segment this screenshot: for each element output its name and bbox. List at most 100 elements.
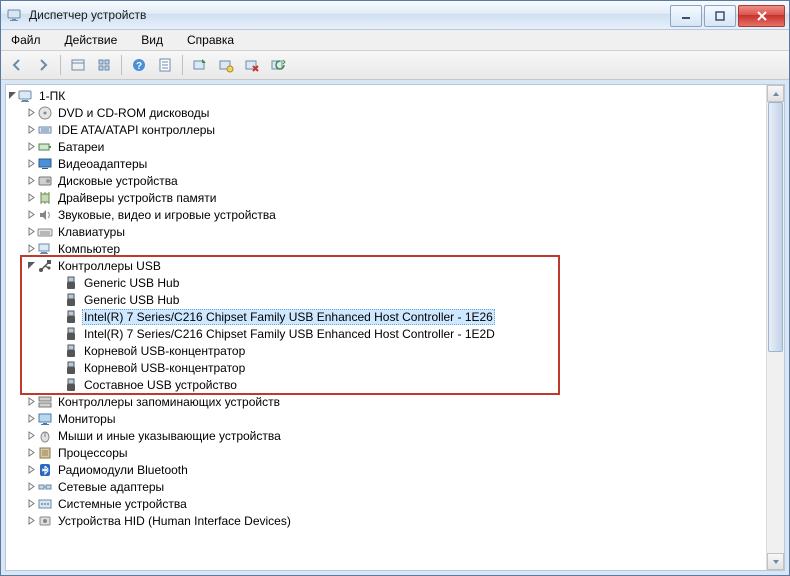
toolbar-show-hidden-button[interactable] bbox=[66, 53, 90, 77]
tree-category-label: Процессоры bbox=[56, 446, 130, 460]
tree-category[interactable]: Видеоадаптеры bbox=[6, 155, 767, 172]
tree-expander-icon[interactable] bbox=[25, 104, 37, 121]
tree-expander-icon[interactable] bbox=[25, 461, 37, 478]
tree-category[interactable]: Дисковые устройства bbox=[6, 172, 767, 189]
tree-expander-icon[interactable] bbox=[25, 121, 37, 138]
toolbar-devices-by-type-button[interactable] bbox=[92, 53, 116, 77]
toolbar-properties-button[interactable] bbox=[153, 53, 177, 77]
tree-category-label: Видеоадаптеры bbox=[56, 157, 149, 171]
tree-category[interactable]: Клавиатуры bbox=[6, 223, 767, 240]
tree-category[interactable]: DVD и CD-ROM дисководы bbox=[6, 104, 767, 121]
scroll-up-button[interactable] bbox=[767, 85, 784, 102]
toolbar-disable-button[interactable] bbox=[266, 53, 290, 77]
tree-category[interactable]: Драйверы устройств памяти bbox=[6, 189, 767, 206]
monitor-icon bbox=[37, 411, 53, 427]
tree-device[interactable]: Составное USB устройство bbox=[6, 376, 767, 393]
tree-device-label: Generic USB Hub bbox=[82, 293, 181, 307]
tree-expander-icon[interactable] bbox=[25, 410, 37, 427]
tree-category[interactable]: Мыши и иные указывающие устройства bbox=[6, 427, 767, 444]
tree-category[interactable]: Батареи bbox=[6, 138, 767, 155]
tree-expander-icon[interactable] bbox=[25, 495, 37, 512]
vertical-scrollbar[interactable] bbox=[766, 85, 784, 570]
tree-expander-icon[interactable] bbox=[25, 206, 37, 223]
svg-text:?: ? bbox=[136, 61, 142, 72]
tree-category-label: Клавиатуры bbox=[56, 225, 127, 239]
tree-category-label: Звуковые, видео и игровые устройства bbox=[56, 208, 278, 222]
tree-expander-icon[interactable] bbox=[25, 223, 37, 240]
tree-expander-icon[interactable] bbox=[6, 87, 18, 104]
device-manager-window: Диспетчер устройств Файл Действие Вид Сп… bbox=[0, 0, 790, 576]
tree-expander-icon[interactable] bbox=[25, 172, 37, 189]
scroll-down-button[interactable] bbox=[767, 553, 784, 570]
window-title: Диспетчер устройств bbox=[29, 8, 668, 22]
tree-device[interactable]: Intel(R) 7 Series/C216 Chipset Family US… bbox=[6, 308, 767, 325]
tree-device-label: Составное USB устройство bbox=[82, 378, 239, 392]
tree-device[interactable]: Generic USB Hub bbox=[6, 274, 767, 291]
tree-expander-icon[interactable] bbox=[25, 393, 37, 410]
keyboard-icon bbox=[37, 224, 53, 240]
tree-expander-icon[interactable] bbox=[25, 240, 37, 257]
titlebar: Диспетчер устройств bbox=[1, 1, 789, 30]
tree-expander-icon[interactable] bbox=[25, 478, 37, 495]
usb-device-icon bbox=[63, 360, 79, 376]
menu-action[interactable]: Действие bbox=[59, 31, 124, 49]
usb-icon bbox=[37, 258, 53, 274]
tree-root[interactable]: 1-ПК bbox=[6, 87, 767, 104]
tree-category[interactable]: IDE ATA/ATAPI контроллеры bbox=[6, 121, 767, 138]
tree-device[interactable]: Корневой USB-концентратор bbox=[6, 342, 767, 359]
tree-category-label: Драйверы устройств памяти bbox=[56, 191, 218, 205]
toolbar-help-button[interactable]: ? bbox=[127, 53, 151, 77]
tree-expander-icon[interactable] bbox=[25, 512, 37, 529]
network-icon bbox=[37, 479, 53, 495]
tree-category[interactable]: Контроллеры USB bbox=[6, 257, 767, 274]
toolbar: ? bbox=[1, 51, 789, 80]
menu-help[interactable]: Справка bbox=[181, 31, 240, 49]
toolbar-forward-button[interactable] bbox=[31, 53, 55, 77]
scroll-track[interactable] bbox=[767, 102, 784, 553]
tree-category[interactable]: Процессоры bbox=[6, 444, 767, 461]
tree-expander-icon[interactable] bbox=[25, 189, 37, 206]
toolbar-back-button[interactable] bbox=[5, 53, 29, 77]
tree-category-label: Сетевые адаптеры bbox=[56, 480, 166, 494]
tree-category-label: Радиомодули Bluetooth bbox=[56, 463, 190, 477]
tree-category-label: Дисковые устройства bbox=[56, 174, 180, 188]
tree-root-label: 1-ПК bbox=[37, 89, 67, 103]
sound-icon bbox=[37, 207, 53, 223]
tree-category[interactable]: Устройства HID (Human Interface Devices) bbox=[6, 512, 767, 529]
tree-expander-icon[interactable] bbox=[25, 155, 37, 172]
tree-device[interactable]: Корневой USB-концентратор bbox=[6, 359, 767, 376]
toolbar-scan-hardware-button[interactable] bbox=[214, 53, 238, 77]
scroll-thumb[interactable] bbox=[768, 102, 783, 352]
tree-category[interactable]: Контроллеры запоминающих устройств bbox=[6, 393, 767, 410]
tree-category[interactable]: Системные устройства bbox=[6, 495, 767, 512]
tree-expander-icon[interactable] bbox=[25, 257, 37, 274]
minimize-button[interactable] bbox=[670, 5, 702, 27]
toolbar-uninstall-button[interactable] bbox=[240, 53, 264, 77]
tree-device[interactable]: Intel(R) 7 Series/C216 Chipset Family US… bbox=[6, 325, 767, 342]
menu-file[interactable]: Файл bbox=[5, 31, 47, 49]
maximize-button[interactable] bbox=[704, 5, 736, 27]
menu-view[interactable]: Вид bbox=[135, 31, 169, 49]
tree-category-label: DVD и CD-ROM дисководы bbox=[56, 106, 211, 120]
toolbar-update-driver-button[interactable] bbox=[188, 53, 212, 77]
tree-category-label: Батареи bbox=[56, 140, 106, 154]
usb-device-icon bbox=[63, 377, 79, 393]
tree-category[interactable]: Сетевые адаптеры bbox=[6, 478, 767, 495]
computer-icon bbox=[37, 241, 53, 257]
battery-icon bbox=[37, 139, 53, 155]
tree-expander-icon[interactable] bbox=[25, 444, 37, 461]
tree-category[interactable]: Радиомодули Bluetooth bbox=[6, 461, 767, 478]
tree-expander-icon[interactable] bbox=[25, 427, 37, 444]
usb-device-icon bbox=[63, 343, 79, 359]
tree-category[interactable]: Мониторы bbox=[6, 410, 767, 427]
tree-category[interactable]: Звуковые, видео и игровые устройства bbox=[6, 206, 767, 223]
tree-expander-icon[interactable] bbox=[25, 138, 37, 155]
usb-device-icon bbox=[63, 326, 79, 342]
tree-category-label: Компьютер bbox=[56, 242, 122, 256]
chip-icon bbox=[37, 190, 53, 206]
device-tree[interactable]: 1-ПК DVD и CD-ROM дисководы IDE ATA/ATAP… bbox=[6, 85, 767, 570]
hid-icon bbox=[37, 513, 53, 529]
tree-device[interactable]: Generic USB Hub bbox=[6, 291, 767, 308]
close-button[interactable] bbox=[738, 5, 785, 27]
tree-category[interactable]: Компьютер bbox=[6, 240, 767, 257]
